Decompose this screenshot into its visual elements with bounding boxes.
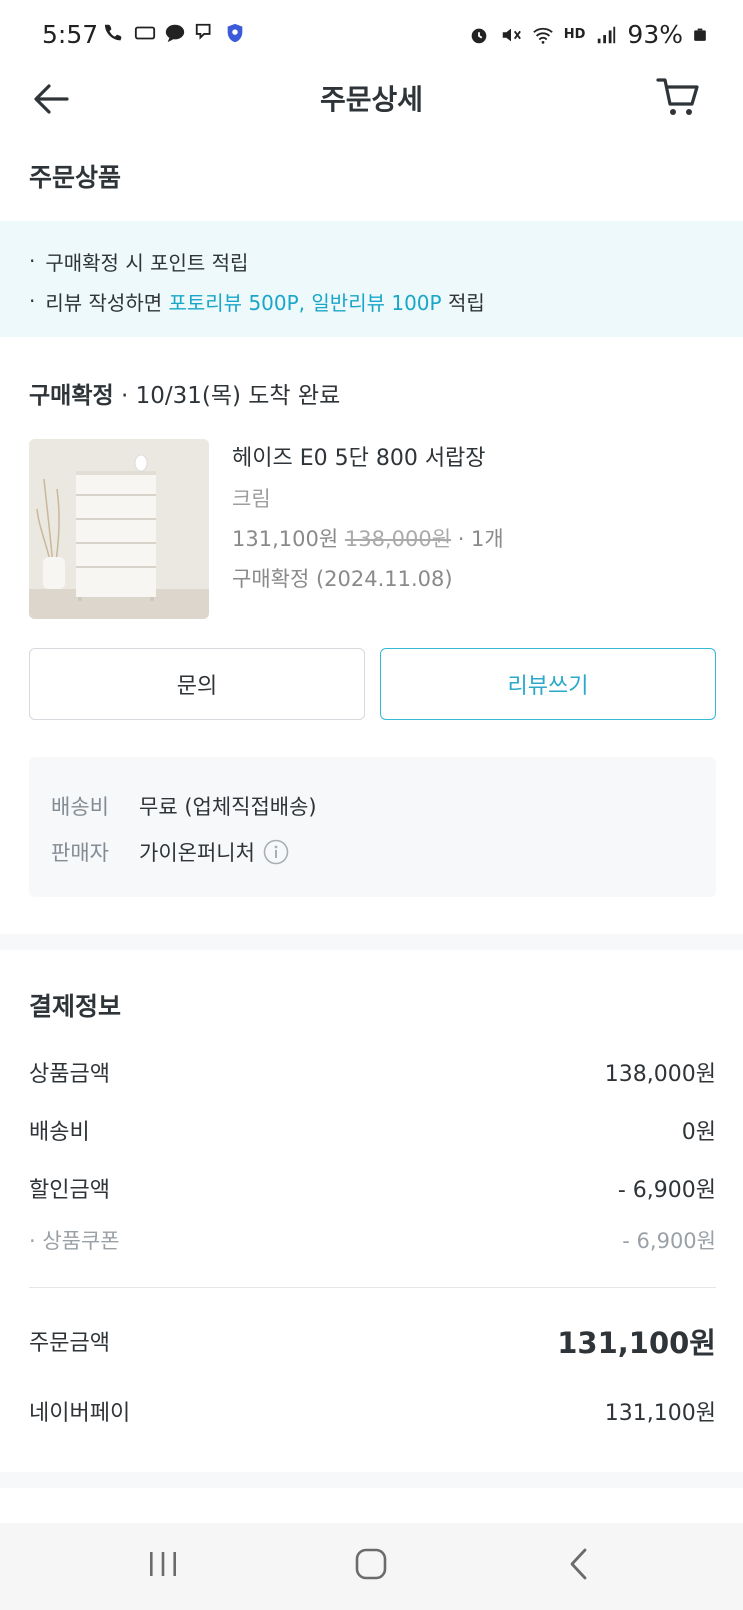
- shipping-fee-row: 배송비 무료 (업체직접배송): [51, 783, 694, 829]
- recent-apps-button[interactable]: [133, 1539, 193, 1589]
- app-header: 주문상세: [0, 68, 743, 168]
- status-time: 5:57: [42, 20, 99, 49]
- payment-info-title: 결제정보: [29, 992, 122, 1021]
- status-bar: 5:57 HD 93%: [0, 0, 743, 68]
- discount-label: 할인금액: [29, 1178, 110, 1203]
- product-info: 헤이즈 E0 5단 800 서랍장 크림 131,100원 138,000원 ·…: [232, 439, 504, 599]
- cart-button[interactable]: [653, 72, 703, 122]
- shipping-fee-label: 배송비: [51, 795, 109, 819]
- product-item[interactable]: 헤이즈 E0 5단 800 서랍장 크림 131,100원 138,000원 ·…: [29, 439, 719, 619]
- product-amount-value: 138,000원: [604, 1062, 716, 1087]
- seller-name[interactable]: 가이온퍼니처: [139, 837, 255, 867]
- inquiry-button[interactable]: 문의: [29, 648, 365, 720]
- mute-icon: [502, 28, 521, 41]
- hd-voice-indicator: HD: [563, 27, 586, 42]
- payment-method-row: 네이버페이 131,100원: [29, 1395, 716, 1427]
- system-nav-bar: [0, 1523, 743, 1610]
- product-thumbnail[interactable]: [29, 439, 209, 619]
- info-icon[interactable]: [263, 839, 289, 865]
- order-total-row: 주문금액 131,100원: [29, 1320, 716, 1362]
- home-icon: [355, 1548, 387, 1580]
- order-status-label: 구매확정: [29, 383, 114, 409]
- system-back-button[interactable]: [549, 1539, 609, 1589]
- payment-sub-row: · 상품쿠폰 - 6,900원: [29, 1225, 716, 1255]
- notice-text-1: 구매확정 시 포인트 적립: [45, 250, 249, 275]
- seller-value-wrap: 가이온퍼니처: [139, 837, 289, 867]
- battery-percent: 93%: [627, 20, 683, 49]
- payment-method-value: 131,100원: [604, 1401, 716, 1426]
- coupon-label: · 상품쿠폰: [29, 1229, 120, 1253]
- notice-line: · 리뷰 작성하면 포토리뷰 500P, 일반리뷰 100P 적립: [29, 281, 714, 321]
- shield-icon: [227, 23, 243, 43]
- chevron-left-icon: [570, 1548, 587, 1580]
- product-quantity: · 1개: [451, 527, 504, 551]
- message-icon: [195, 23, 211, 40]
- order-products-title: 주문상품: [29, 163, 122, 192]
- notice-line: · 구매확정 시 포인트 적립: [29, 241, 714, 281]
- notification-icons: [104, 22, 246, 44]
- alarm-icon: [471, 28, 487, 43]
- shipping-fee-value: 무료 (업체직접배송): [139, 795, 317, 819]
- delivery-info-box: 배송비 무료 (업체직접배송) 판매자 가이온퍼니처: [29, 757, 716, 897]
- order-total-label: 주문금액: [29, 1331, 110, 1356]
- payment-divider: [29, 1287, 716, 1288]
- write-review-button[interactable]: 리뷰쓰기: [380, 648, 716, 720]
- wifi-icon: [532, 27, 553, 44]
- order-total-value: 131,100원: [557, 1326, 716, 1360]
- seller-label: 판매자: [51, 841, 109, 865]
- app-icon: [134, 26, 156, 40]
- purchase-confirm-date: 구매확정 (2024.11.08): [232, 567, 453, 591]
- discount-value: - 6,900원: [617, 1178, 716, 1203]
- shipping-fee-pay-value: 0원: [681, 1120, 716, 1145]
- order-status: 구매확정 · 10/31(목) 도착 완료: [29, 376, 340, 410]
- product-price-line: 131,100원 138,000원 · 1개: [232, 519, 504, 559]
- notice-text-2-suffix: 적립: [441, 290, 485, 315]
- point-notice: · 구매확정 시 포인트 적립 · 리뷰 작성하면 포토리뷰 500P, 일반리…: [0, 221, 743, 337]
- dresser-image: [29, 439, 209, 619]
- call-icon: [104, 24, 122, 41]
- product-price: 131,100원: [232, 527, 339, 551]
- payment-row: 배송비 0원: [29, 1114, 716, 1146]
- product-amount-label: 상품금액: [29, 1062, 110, 1087]
- seller-row: 판매자 가이온퍼니처: [51, 829, 694, 875]
- payment-method-label: 네이버페이: [29, 1401, 131, 1426]
- payment-row: 할인금액 - 6,900원: [29, 1172, 716, 1204]
- product-option: 크림: [232, 487, 271, 511]
- home-button[interactable]: [341, 1539, 401, 1589]
- product-name[interactable]: 헤이즈 E0 5단 800 서랍장: [232, 439, 504, 479]
- product-original-price: 138,000원: [344, 527, 452, 551]
- section-divider: [0, 934, 743, 950]
- payment-row: 상품금액 138,000원: [29, 1056, 716, 1088]
- coupon-value: - 6,900원: [622, 1229, 716, 1253]
- review-point-highlight: 포토리뷰 500P, 일반리뷰 100P: [168, 290, 442, 315]
- shipping-fee-pay-label: 배송비: [29, 1120, 90, 1145]
- cart-icon: [656, 78, 699, 115]
- notice-text-2-prefix: 리뷰 작성하면: [45, 290, 169, 315]
- battery-icon: [694, 28, 706, 41]
- signal-icon: [598, 26, 616, 43]
- chat-bubble-icon: [165, 24, 185, 43]
- system-indicators: HD 93%: [468, 20, 707, 49]
- page-title: 주문상세: [319, 83, 424, 116]
- order-status-detail: · 10/31(목) 도착 완료: [113, 383, 341, 409]
- recent-apps-icon: [150, 1552, 176, 1576]
- section-divider: [0, 1472, 743, 1488]
